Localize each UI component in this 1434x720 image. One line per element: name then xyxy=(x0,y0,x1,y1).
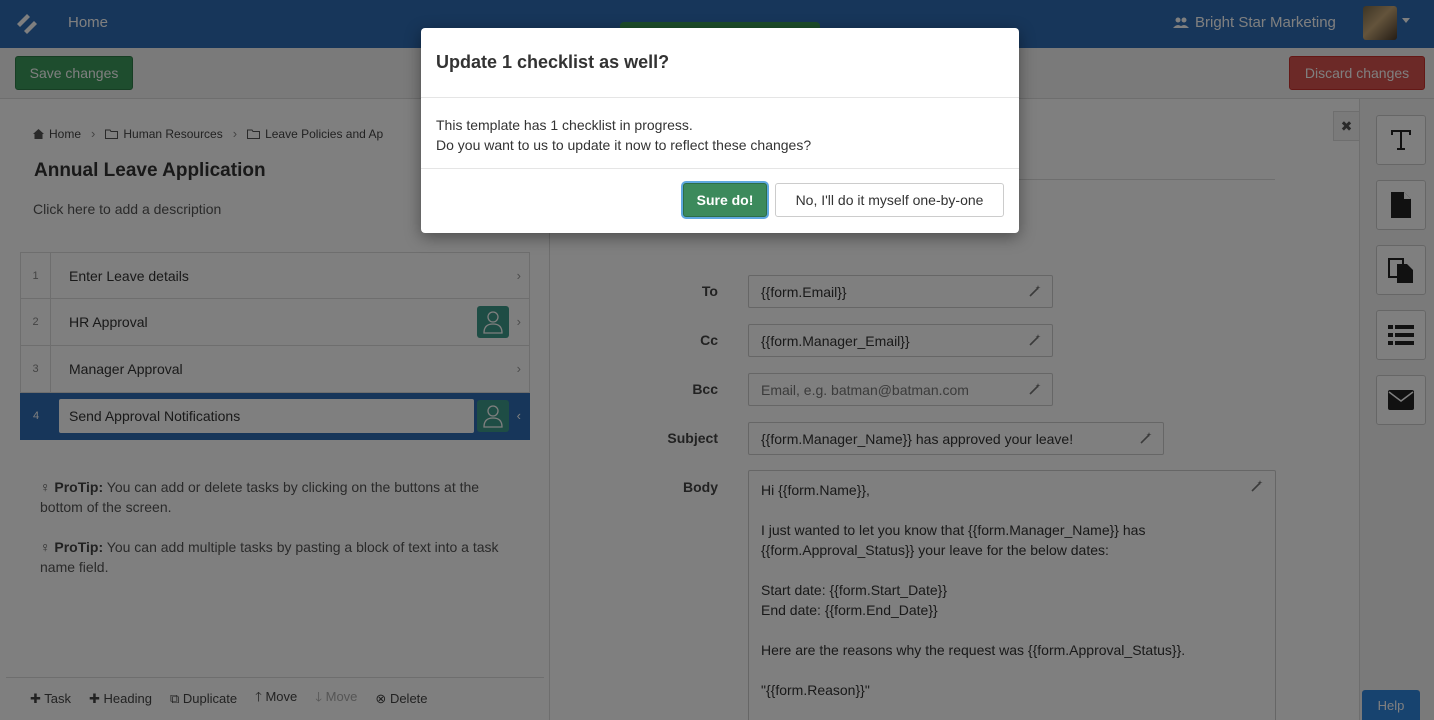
dialog-title: Update 1 checklist as well? xyxy=(421,28,1019,98)
confirm-update-button[interactable]: Sure do! xyxy=(683,183,767,217)
dialog-body: This template has 1 checklist in progres… xyxy=(421,98,1019,169)
update-checklist-dialog: Update 1 checklist as well? This templat… xyxy=(421,28,1019,233)
decline-update-button[interactable]: No, I'll do it myself one-by-one xyxy=(775,183,1004,217)
dialog-line: Do you want to us to update it now to re… xyxy=(436,137,812,153)
dialog-line: This template has 1 checklist in progres… xyxy=(436,117,693,133)
